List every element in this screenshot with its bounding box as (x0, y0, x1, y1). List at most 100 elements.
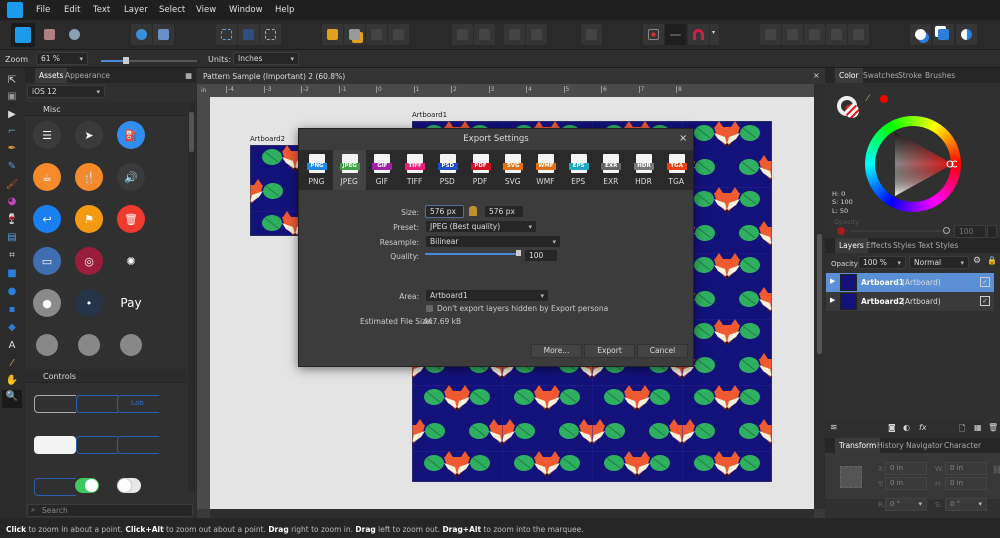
tab-color[interactable]: Color (835, 68, 863, 83)
quality-slider-handle[interactable] (516, 250, 521, 256)
asset-spinner-icon[interactable]: ✺ (117, 247, 145, 275)
arrange-button[interactable] (388, 24, 409, 45)
pencil-tool-icon[interactable]: ✎ (5, 160, 19, 174)
asset-trash-icon[interactable]: 🗑 (117, 205, 145, 233)
panel-menu-icon[interactable]: ■ (185, 71, 192, 80)
place-image-tool-icon[interactable]: ▤ (5, 231, 19, 245)
area-select[interactable]: Artboard1 (425, 289, 549, 302)
lock-aspect-icon[interactable] (469, 206, 477, 216)
format-tab-png[interactable]: PNG PNG (300, 150, 333, 190)
asset-control-button[interactable] (76, 395, 118, 413)
misc-section-header[interactable]: Misc (25, 102, 187, 116)
asset-archive-icon[interactable]: ▭ (33, 247, 61, 275)
close-dialog-icon[interactable]: × (679, 133, 687, 144)
grid-snap-button[interactable] (643, 24, 664, 45)
zoom-tool-icon[interactable]: 🔍 (2, 390, 22, 408)
insert-top-button[interactable] (933, 24, 954, 45)
transform-button[interactable] (260, 24, 281, 45)
horizontal-scrollbar[interactable] (210, 509, 814, 518)
asset-contact-icon[interactable] (36, 334, 58, 356)
transparency-tool-icon[interactable]: 🍷 (5, 213, 19, 227)
asset-reply-icon[interactable]: ↩ (33, 205, 61, 233)
text-tool-icon[interactable]: A (5, 339, 19, 353)
menu-file[interactable]: File (36, 5, 50, 15)
designer-persona-button[interactable] (11, 23, 35, 47)
boolean-button[interactable] (153, 24, 174, 45)
snapping-options-dropdown[interactable]: ▾ (710, 24, 719, 45)
no-fill-icon[interactable] (845, 104, 859, 118)
format-tab-tiff[interactable]: TIFF TIFF (398, 150, 431, 190)
height-input[interactable]: 576 px (484, 205, 524, 218)
geometry-add-button[interactable] (760, 24, 781, 45)
current-color-swatch[interactable] (880, 95, 888, 103)
geometry-xor-button[interactable] (826, 24, 847, 45)
asset-apple-pay-icon[interactable]: Pay (117, 289, 145, 317)
asset-speaker-icon[interactable]: 🔊 (117, 163, 145, 191)
asset-radio-dot-icon[interactable]: • (75, 289, 103, 317)
format-tab-wmf[interactable]: WMF WMF (529, 150, 562, 190)
units-select[interactable]: Inches (233, 52, 299, 65)
asset-location-arrow-icon[interactable]: ➤ (75, 121, 103, 149)
y-input[interactable]: 0 in (885, 477, 927, 490)
opacity-dropdown[interactable] (987, 225, 997, 238)
rectangle-tool-icon[interactable]: ■ (5, 267, 19, 281)
rounded-rectangle-tool-icon[interactable]: ▪ (5, 303, 19, 317)
vector-brush-tool-icon[interactable]: 🖌 (5, 178, 19, 192)
insert-behind-button[interactable] (910, 24, 931, 45)
assets-category-select[interactable]: iOS 12 (27, 85, 105, 98)
tab-styles[interactable]: Styles (893, 241, 916, 250)
format-tab-psd[interactable]: PSD PSD (431, 150, 464, 190)
arrange-button[interactable] (322, 24, 343, 45)
w-input[interactable]: 0 in (945, 462, 987, 475)
move-tool-icon[interactable]: ⇱ (5, 74, 19, 88)
asset-toggle-on[interactable] (75, 478, 99, 493)
node-tool-icon[interactable]: ▶ (5, 108, 19, 122)
rotate-button[interactable] (526, 24, 547, 45)
resample-select[interactable]: Bilinear (425, 235, 561, 248)
snapping-button[interactable] (688, 24, 709, 45)
zoom-input[interactable]: 61 % (36, 52, 88, 65)
tab-stroke[interactable]: Stroke (898, 71, 922, 80)
tab-character[interactable]: Character (944, 441, 981, 450)
insert-button[interactable] (581, 24, 602, 45)
opacity-input[interactable]: 100 % (954, 225, 986, 246)
tab-history[interactable]: History (877, 441, 904, 450)
menu-help[interactable]: Help (275, 5, 294, 15)
snap-mode-button[interactable] (665, 24, 686, 45)
tab-appearance[interactable]: Appearance (65, 71, 110, 80)
geometry-divide-button[interactable] (848, 24, 869, 45)
align-button[interactable] (216, 24, 237, 45)
export-persona-button[interactable] (64, 24, 85, 45)
new-layer-icon[interactable]: 🗋 (959, 423, 965, 437)
settings-gear-icon[interactable]: ⚙ (973, 256, 981, 266)
format-tab-svg[interactable]: SVG SVG (496, 150, 529, 190)
format-tab-exr[interactable]: EXR EXR (594, 150, 627, 190)
arrange-button[interactable] (344, 24, 365, 45)
align-button[interactable] (238, 24, 259, 45)
opacity-slider-handle[interactable] (943, 227, 950, 234)
zoom-slider[interactable] (101, 57, 197, 64)
x-input[interactable]: 0 in (885, 462, 927, 475)
menu-view[interactable]: View (196, 5, 216, 15)
hidden-layers-checkbox[interactable] (426, 305, 433, 312)
flip-button[interactable] (452, 24, 473, 45)
tab-effects[interactable]: Effects (866, 241, 892, 250)
asset-control-button[interactable] (76, 436, 118, 454)
ellipse-tool-icon[interactable]: ● (5, 285, 19, 299)
geometry-subtract-button[interactable] (782, 24, 803, 45)
layer-opacity-select[interactable]: 100 % (858, 256, 906, 269)
format-tab-gif[interactable]: GIF GIF (365, 150, 398, 190)
color-picker-tool-icon[interactable]: ⁄ (5, 357, 19, 371)
geometry-intersect-button[interactable] (804, 24, 825, 45)
asset-avatar-icon[interactable]: ● (33, 289, 61, 317)
menu-window[interactable]: Window (229, 5, 263, 15)
group-icon[interactable]: ▦ (974, 423, 982, 432)
rotate-button[interactable] (504, 24, 525, 45)
mask-icon[interactable]: ◙ (888, 423, 896, 432)
format-tab-pdf[interactable]: PDF PDF (464, 150, 497, 190)
opacity-slider[interactable] (851, 227, 950, 234)
layers-stack-icon[interactable]: ≋ (830, 423, 838, 433)
tab-transform[interactable]: Transform (835, 438, 881, 453)
flip-button[interactable] (474, 24, 495, 45)
document-tab-title[interactable]: Pattern Sample (Important) 2 (60.8%) (203, 72, 345, 81)
